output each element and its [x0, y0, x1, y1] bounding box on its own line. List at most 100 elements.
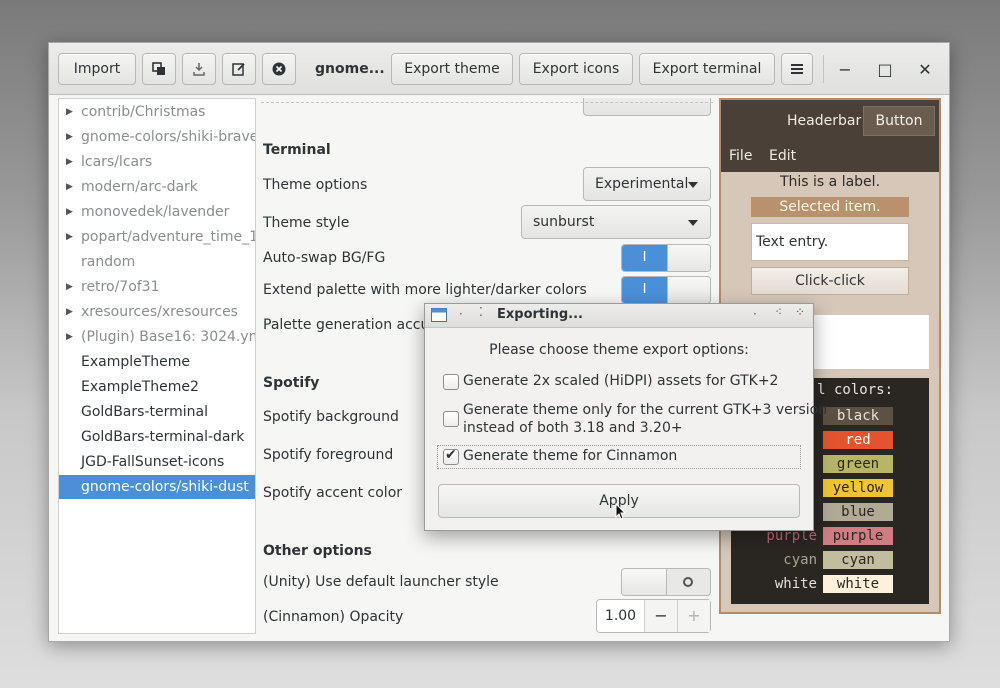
section-other-options: Other options: [263, 543, 372, 559]
chevron-down-icon: [688, 182, 698, 188]
hamburger-icon: [791, 64, 803, 74]
close-button[interactable]: ✕: [913, 57, 937, 81]
menu-button[interactable]: [781, 53, 813, 85]
preview-text-entry[interactable]: Text entry.: [751, 223, 909, 261]
clone-button[interactable]: [142, 53, 176, 85]
minimize-button[interactable]: −: [833, 57, 857, 81]
export-icons-button[interactable]: Export icons: [519, 53, 633, 85]
sidebar-item-label: modern/arc-dark: [81, 179, 198, 195]
dialog-prompt: Please choose theme export options:: [489, 342, 749, 358]
edit-icon: [232, 63, 245, 76]
increment-button[interactable]: +: [677, 600, 710, 632]
dialog-title: Exporting...: [497, 307, 583, 322]
section-terminal: Terminal: [263, 142, 331, 158]
expander-arrow-icon[interactable]: ▶: [66, 300, 73, 324]
sidebar-item[interactable]: ▶ monovedek/lavender: [59, 200, 255, 224]
headerbar: Import gnome... Export theme Export icon…: [49, 43, 949, 95]
expander-arrow-icon[interactable]: ▶: [66, 175, 73, 199]
gtk3-only-label-line2[interactable]: instead of both 3.18 and 3.20+: [463, 420, 683, 436]
expander-arrow-icon[interactable]: ▶: [66, 325, 73, 349]
import-button[interactable]: Import: [58, 53, 136, 85]
copy-icon: [152, 62, 165, 75]
sidebar-item[interactable]: random: [59, 250, 255, 274]
theme-options-label: Theme options: [263, 177, 368, 193]
decrement-button[interactable]: −: [644, 600, 677, 632]
switch-off-icon: [683, 577, 693, 587]
sidebar-item[interactable]: ▶ modern/arc-dark: [59, 175, 255, 199]
sidebar-item[interactable]: gnome-colors/shiki-dust: [59, 475, 255, 499]
expander-arrow-icon[interactable]: ▶: [66, 150, 73, 174]
close-circle-icon: [272, 62, 286, 76]
sidebar-item[interactable]: JGD-FallSunset-icons: [59, 450, 255, 474]
opacity-value[interactable]: 1.00: [597, 600, 644, 632]
mouse-cursor-icon: [615, 503, 627, 520]
sidebar-item[interactable]: ExampleTheme2: [59, 375, 255, 399]
sidebar-item[interactable]: ▶ contrib/Christmas: [59, 100, 255, 124]
sidebar-item[interactable]: ▶ xresources/xresources: [59, 300, 255, 324]
maximize-button[interactable]: □: [873, 57, 897, 81]
sidebar-item-label: monovedek/lavender: [81, 204, 230, 220]
cinnamon-label[interactable]: Generate theme for Cinnamon: [463, 448, 677, 464]
chevron-down-icon: [688, 220, 698, 226]
edit-button[interactable]: [222, 53, 256, 85]
export-theme-button[interactable]: Export theme: [391, 53, 513, 85]
extend-palette-switch[interactable]: I: [621, 276, 711, 304]
separator: [823, 55, 824, 83]
sidebar-item[interactable]: ▶ lcars/lcars: [59, 150, 255, 174]
preview-click-button[interactable]: Click-click: [751, 267, 909, 295]
preview-menu-edit[interactable]: Edit: [769, 148, 796, 164]
cinnamon-checkbox[interactable]: [443, 447, 459, 465]
sidebar-item-label: ExampleTheme: [81, 354, 191, 370]
sidebar-item[interactable]: ▶ (Plugin) Base16: 3024.yml: [59, 325, 255, 349]
sidebar-item-label: popart/adventure_time_1: [81, 229, 256, 245]
sidebar-item[interactable]: ▶ gnome-colors/shiki-brave: [59, 125, 256, 149]
terminal-color-row: white white: [731, 574, 929, 598]
expander-arrow-icon[interactable]: ▶: [66, 125, 73, 149]
close-icon[interactable]: ⁘: [795, 305, 805, 319]
preview-header-button[interactable]: Button: [863, 106, 935, 136]
preview-selected-item[interactable]: Selected item.: [751, 197, 909, 217]
gtk3-only-label-line1[interactable]: Generate theme only for the current GTK+…: [463, 402, 827, 418]
maximize-icon[interactable]: ⁖: [775, 305, 782, 319]
expander-arrow-icon[interactable]: ▶: [66, 100, 73, 124]
sidebar-item[interactable]: GoldBars-terminal-dark: [59, 425, 255, 449]
preview-headerbar-label: Headerbar: [787, 113, 862, 129]
save-button[interactable]: [182, 53, 216, 85]
divider: [261, 102, 713, 103]
top-partial-combo[interactable]: [583, 98, 711, 116]
export-terminal-button[interactable]: Export terminal: [639, 53, 775, 85]
sidebar-item[interactable]: ▶ popart/adventure_time_1: [59, 225, 256, 249]
terminal-color-name: cyan: [783, 552, 817, 568]
preview-headerbar: Headerbar Button: [721, 100, 939, 144]
sidebar-item[interactable]: GoldBars-terminal: [59, 400, 255, 424]
sidebar-item-label: gnome-colors/shiki-brave: [81, 129, 256, 145]
sidebar-item-label: lcars/lcars: [81, 154, 153, 170]
theme-list[interactable]: ▶ contrib/Christmas ▶ gnome-colors/shiki-br…: [58, 98, 256, 634]
switch-knob: [667, 277, 710, 303]
terminal-color-chip: black: [823, 407, 893, 425]
titlebar-dots-icon: ⁚: [479, 305, 483, 319]
sidebar-item-label: gnome-colors/shiki-dust: [81, 479, 249, 495]
sidebar-item-label: xresources/xresources: [81, 304, 238, 320]
remove-button[interactable]: [262, 53, 296, 85]
sidebar-item[interactable]: ▶ retro/7of31: [59, 275, 255, 299]
dialog-titlebar: · ⁚ Exporting... · ⁖ ⁘: [425, 304, 813, 328]
window-icon: [431, 308, 447, 322]
terminal-color-chip: purple: [823, 527, 893, 545]
export-dialog: · ⁚ Exporting... · ⁖ ⁘ Please choose the…: [424, 303, 827, 531]
expander-arrow-icon[interactable]: ▶: [66, 275, 73, 299]
theme-options-combo[interactable]: Experimental: [583, 167, 711, 201]
minimize-icon[interactable]: ·: [753, 307, 757, 321]
preview-menu-file[interactable]: File: [729, 148, 752, 164]
gtk3-only-checkbox[interactable]: [443, 411, 459, 427]
theme-options-value: Experimental: [595, 176, 689, 192]
autoswap-switch[interactable]: I: [621, 244, 711, 272]
theme-style-combo[interactable]: sunburst: [521, 205, 711, 239]
cinnamon-opacity-spinner[interactable]: 1.00 − +: [596, 599, 711, 633]
hidpi-label[interactable]: Generate 2x scaled (HiDPI) assets for GT…: [463, 373, 778, 389]
expander-arrow-icon[interactable]: ▶: [66, 225, 73, 249]
sidebar-item[interactable]: ExampleTheme: [59, 350, 255, 374]
hidpi-checkbox[interactable]: [443, 374, 459, 390]
expander-arrow-icon[interactable]: ▶: [66, 200, 73, 224]
unity-launcher-switch[interactable]: [621, 568, 711, 596]
